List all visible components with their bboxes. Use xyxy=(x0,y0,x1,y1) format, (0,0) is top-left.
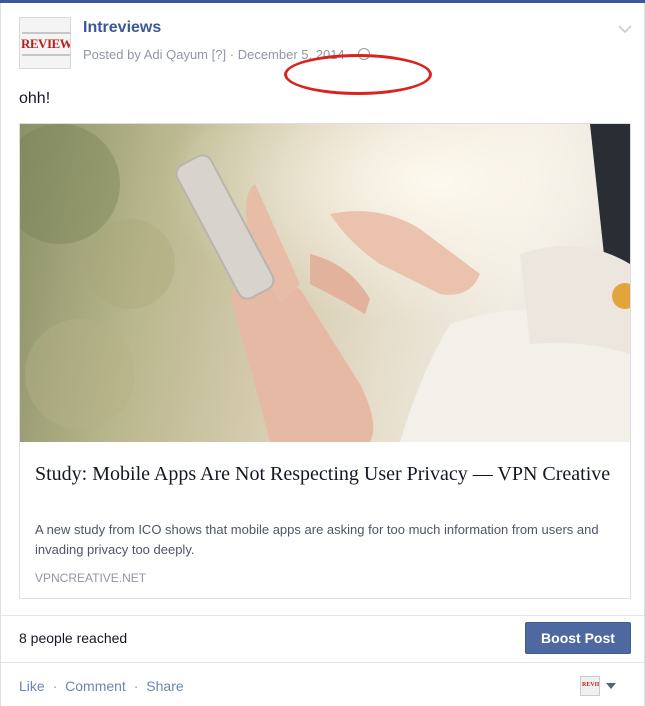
page-avatar[interactable]: REVIEWS xyxy=(19,17,71,69)
comment-link[interactable]: Comment xyxy=(65,678,126,694)
link-preview-title[interactable]: Study: Mobile Apps Are Not Respecting Us… xyxy=(35,460,620,488)
link-preview-image[interactable] xyxy=(20,124,630,442)
action-bar: Like · Comment · Share REVIEWS xyxy=(1,662,644,706)
share-link[interactable]: Share xyxy=(146,678,183,694)
action-separator: · xyxy=(52,678,58,694)
chevron-down-icon[interactable] xyxy=(618,21,632,37)
link-preview-domain: VPNCREATIVE.NET xyxy=(35,571,147,585)
avatar-logo-text: REVIEWS xyxy=(21,36,71,51)
avatar-rule-top xyxy=(22,32,70,34)
posted-by-text: Posted by Adi Qayum xyxy=(83,47,209,62)
help-marker[interactable]: [?] xyxy=(212,47,226,62)
like-link[interactable]: Like xyxy=(19,678,45,694)
page-name-link[interactable]: Intreviews xyxy=(83,19,161,37)
post-status-text: ohh! xyxy=(19,90,51,107)
link-preview-description: A new study from ICO shows that mobile a… xyxy=(35,522,599,557)
date-highlight-oval xyxy=(284,54,432,95)
post-header: REVIEWS Intreviews Posted by Adi Qayum [… xyxy=(19,17,632,95)
action-separator-2: · xyxy=(133,678,139,694)
action-links: Like · Comment · Share xyxy=(19,678,184,694)
boost-post-button[interactable]: Boost Post xyxy=(525,622,631,654)
post-card: REVIEWS Intreviews Posted by Adi Qayum [… xyxy=(0,3,645,706)
actor-avatar-text: REVIEWS xyxy=(582,682,599,688)
link-preview-card[interactable]: Study: Mobile Apps Are Not Respecting Us… xyxy=(19,123,631,599)
insights-bar: 8 people reached Boost Post xyxy=(1,615,644,665)
reach-count[interactable]: 8 people reached xyxy=(19,630,127,646)
avatar-rule-bottom xyxy=(22,54,70,56)
actor-avatar[interactable]: REVIEWS xyxy=(580,676,600,696)
caret-down-icon[interactable] xyxy=(606,683,616,689)
meta-separator: · xyxy=(229,47,235,62)
